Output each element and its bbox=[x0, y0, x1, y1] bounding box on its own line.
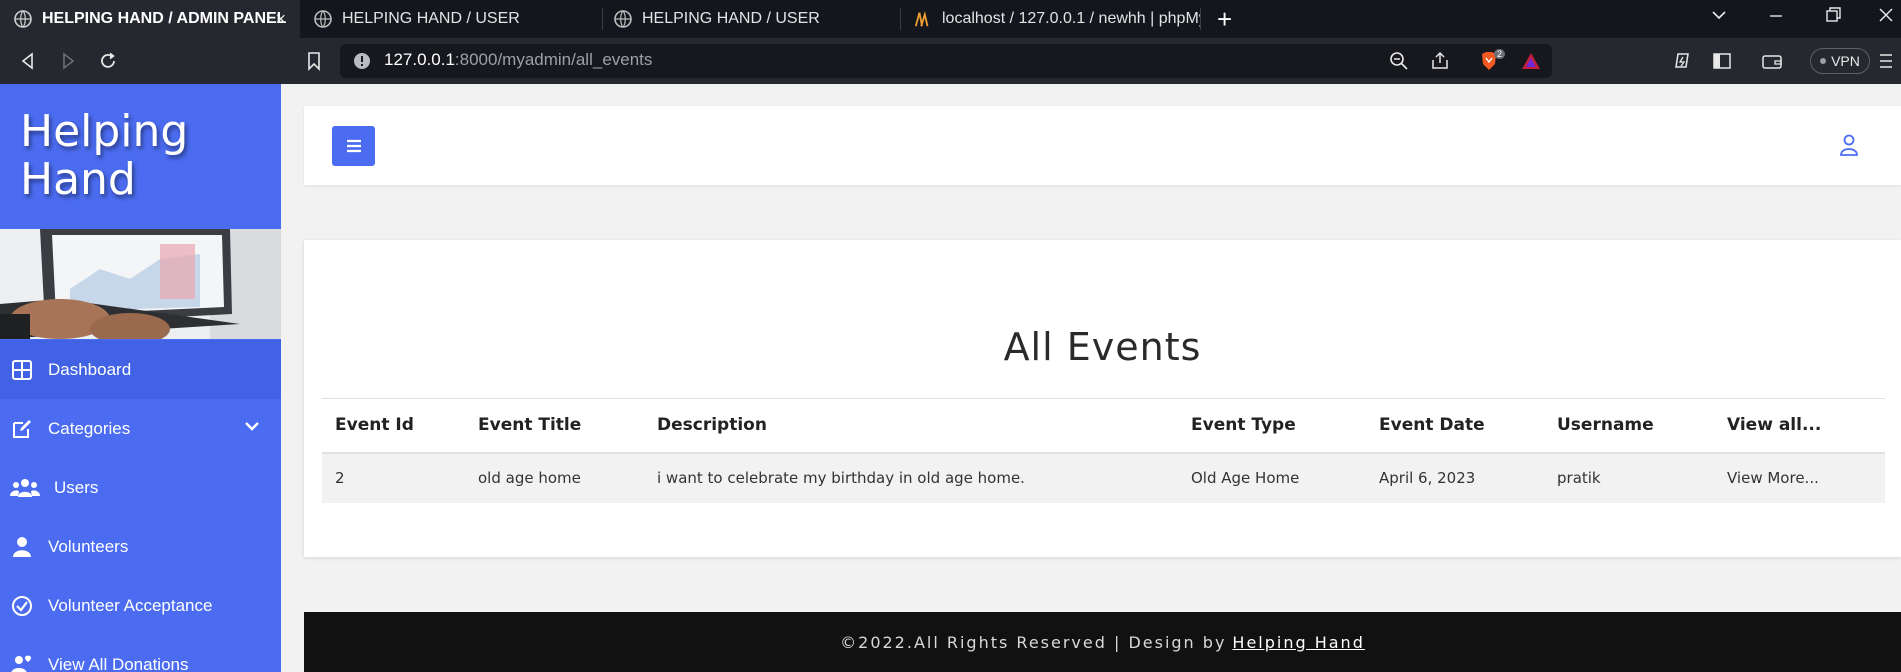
browser-tab-user[interactable]: HELPING HAND / USER bbox=[300, 0, 600, 38]
vpn-label: VPN bbox=[1831, 53, 1860, 69]
vpn-status-icon bbox=[1820, 58, 1827, 64]
column-header-event-date: Event Date bbox=[1366, 398, 1544, 454]
restore-icon[interactable] bbox=[1824, 6, 1842, 29]
footer-link[interactable]: Helping Hand bbox=[1232, 633, 1364, 652]
wallet-icon[interactable] bbox=[1760, 49, 1784, 73]
footer-text: ©2022.All Rights Reserved | Design by bbox=[840, 632, 1227, 652]
globe-icon bbox=[314, 10, 332, 28]
events-table: Event Id Event Title Description Event T… bbox=[322, 398, 1885, 503]
cell-event-id: 2 bbox=[322, 452, 465, 503]
sidebar-item-volunteer-acceptance[interactable]: Volunteer Acceptance bbox=[0, 576, 281, 635]
globe-icon bbox=[14, 10, 32, 28]
edit-icon bbox=[10, 417, 34, 441]
new-tab-button[interactable]: + bbox=[1217, 5, 1232, 33]
close-icon[interactable]: × bbox=[275, 9, 286, 30]
sidebar-item-label: Categories bbox=[48, 418, 131, 438]
globe-icon bbox=[614, 10, 632, 28]
user-profile-icon bbox=[1840, 134, 1858, 156]
brand-logo[interactable]: Helping Hand bbox=[20, 108, 188, 204]
sidebar-menu: Dashboard Categories Users Volunteers Vo… bbox=[0, 340, 281, 672]
tab-title: HELPING HAND / USER bbox=[642, 10, 820, 27]
column-header-event-id: Event Id bbox=[322, 398, 465, 454]
sidebar-item-users[interactable]: Users bbox=[0, 458, 281, 517]
column-header-view-all: View all... bbox=[1714, 398, 1885, 454]
rewards-icon[interactable] bbox=[1519, 49, 1543, 73]
url-path: :8000/myadmin/all_events bbox=[454, 50, 653, 69]
user-profile-button[interactable] bbox=[1837, 132, 1861, 158]
minimize-icon[interactable] bbox=[1767, 6, 1785, 29]
zoom-icon[interactable] bbox=[1387, 49, 1411, 73]
cell-event-date: April 6, 2023 bbox=[1366, 452, 1544, 503]
tab-separator bbox=[1200, 8, 1201, 30]
table-row: 2 old age home i want to celebrate my bi… bbox=[322, 452, 1885, 503]
bookmark-icon[interactable] bbox=[302, 49, 326, 73]
sidebar-item-label: Dashboard bbox=[48, 359, 132, 379]
page-title: All Events bbox=[1003, 325, 1202, 369]
cell-description: i want to celebrate my birthday in old a… bbox=[644, 452, 1178, 503]
cell-event-title: old age home bbox=[465, 452, 644, 503]
vpn-button[interactable]: VPN bbox=[1810, 48, 1870, 74]
cell-event-type: Old Age Home bbox=[1178, 452, 1366, 503]
speedreader-icon[interactable] bbox=[1670, 49, 1694, 73]
table-header-row: Event Id Event Title Description Event T… bbox=[322, 398, 1885, 454]
close-window-icon[interactable] bbox=[1877, 6, 1895, 29]
top-header bbox=[304, 106, 1901, 185]
check-circle-icon bbox=[10, 594, 34, 618]
sidebar-toggle-icon[interactable] bbox=[1710, 49, 1734, 73]
chevron-down-icon[interactable] bbox=[243, 417, 261, 440]
sidebar-item-dashboard[interactable]: Dashboard bbox=[0, 340, 281, 399]
browser-tab-user-2[interactable]: HELPING HAND / USER bbox=[600, 0, 900, 38]
tab-search-icon[interactable] bbox=[1710, 6, 1728, 29]
browser-tab-phpmyadmin[interactable]: localhost / 127.0.0.1 / newhh | phpMy bbox=[900, 0, 1200, 38]
events-card: All Events Event Id Event Title Descript… bbox=[304, 240, 1901, 557]
sidebar-item-view-all-donations[interactable]: View All Donations bbox=[0, 635, 281, 672]
column-header-event-type: Event Type bbox=[1178, 398, 1366, 454]
back-icon[interactable] bbox=[16, 49, 40, 73]
footer: ©2022.All Rights Reserved | Design by He… bbox=[304, 612, 1901, 672]
donation-icon bbox=[10, 653, 34, 672]
users-icon bbox=[10, 476, 40, 500]
browser-tab-bar: HELPING HAND / ADMIN PANEL × HELPING HAN… bbox=[0, 0, 1901, 38]
shield-count-badge: 2 bbox=[1494, 49, 1506, 59]
sidebar-item-label: Volunteers bbox=[48, 536, 129, 556]
tab-title: HELPING HAND / ADMIN PANEL bbox=[42, 10, 287, 27]
tab-title: localhost / 127.0.0.1 / newhh | phpMy bbox=[942, 10, 1200, 27]
tab-title: HELPING HAND / USER bbox=[342, 10, 520, 27]
column-header-username: Username bbox=[1544, 398, 1714, 454]
sidebar: Helping Hand Dashboard Categories Users … bbox=[0, 84, 281, 672]
sidebar-item-categories[interactable]: Categories bbox=[0, 399, 281, 458]
share-icon[interactable] bbox=[1428, 49, 1452, 73]
hamburger-icon bbox=[346, 139, 361, 153]
sidebar-item-label: View All Donations bbox=[48, 654, 189, 672]
phpmyadmin-icon bbox=[914, 10, 932, 28]
brand-line-2: Hand bbox=[20, 154, 136, 205]
sidebar-toggle-button[interactable] bbox=[332, 126, 375, 166]
sidebar-hero-image bbox=[0, 229, 281, 339]
column-header-event-title: Event Title bbox=[465, 398, 644, 454]
url-host: 127.0.0.1 bbox=[384, 50, 455, 69]
browser-tab-admin-panel[interactable]: HELPING HAND / ADMIN PANEL × bbox=[0, 0, 300, 38]
view-more-link[interactable]: View More... bbox=[1714, 452, 1885, 503]
dashboard-icon bbox=[10, 358, 34, 382]
user-icon bbox=[10, 535, 34, 559]
column-header-description: Description bbox=[644, 398, 1178, 454]
sidebar-item-label: Volunteer Acceptance bbox=[48, 595, 213, 615]
reload-icon[interactable] bbox=[96, 49, 120, 73]
browser-menu-icon[interactable] bbox=[1878, 49, 1894, 73]
sidebar-item-volunteers[interactable]: Volunteers bbox=[0, 517, 281, 576]
forward-icon[interactable] bbox=[56, 49, 80, 73]
brand-line-1: Helping bbox=[20, 106, 189, 157]
sidebar-item-label: Users bbox=[54, 477, 99, 497]
cell-username: pratik bbox=[1544, 452, 1714, 503]
url-text[interactable]: 127.0.0.1:8000/myadmin/all_events bbox=[384, 50, 652, 70]
site-info-icon[interactable] bbox=[350, 49, 374, 73]
